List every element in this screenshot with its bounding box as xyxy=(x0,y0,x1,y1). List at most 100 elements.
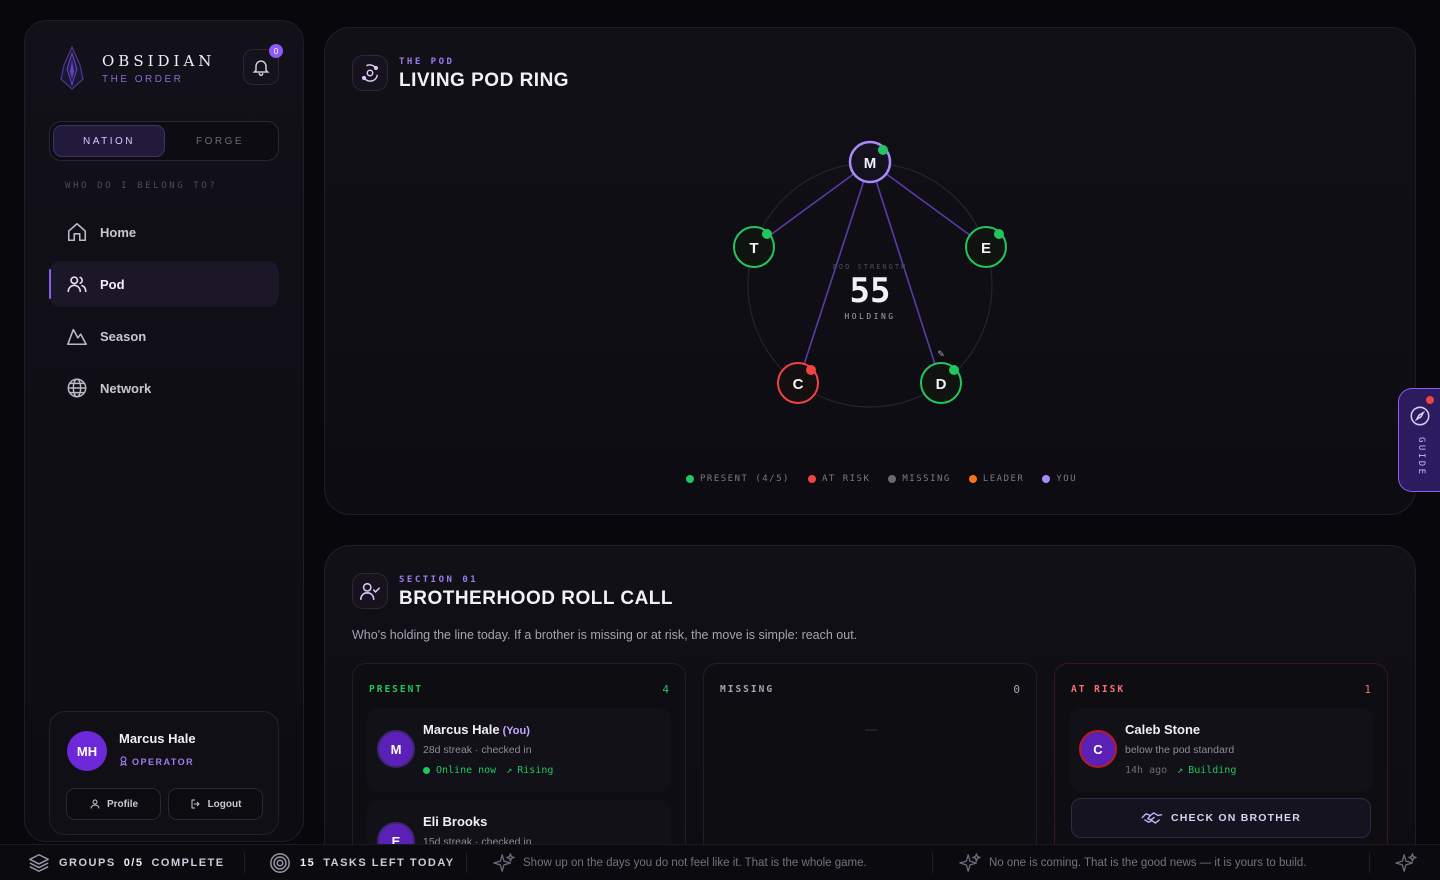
obsidian-logo-icon xyxy=(60,45,84,90)
strength-status: HOLDING xyxy=(844,312,895,321)
status-dot xyxy=(806,365,816,375)
sparkle-icon xyxy=(493,853,515,872)
member-name: Eli Brooks xyxy=(423,814,488,829)
legend-label: LEADER xyxy=(982,474,1025,484)
sidebar-nav: Home Pod Season Network xyxy=(49,209,279,417)
tab-nation[interactable]: NATION xyxy=(53,125,165,157)
handshake-icon xyxy=(1141,812,1163,824)
sidebar-section-label: WHO DO I BELONG TO? xyxy=(65,181,218,191)
ring-node-e[interactable]: E xyxy=(965,226,1007,268)
home-icon xyxy=(67,222,87,242)
sidebar: OBSIDIAN THE ORDER 0 NATION FORGE WHO DO… xyxy=(24,20,304,842)
status-dot xyxy=(762,229,772,239)
ring-node-c[interactable]: C xyxy=(777,362,819,404)
at-risk-label: AT RISK xyxy=(1071,684,1126,695)
member-avatar: M xyxy=(377,730,415,768)
member-status: 14h ago ↗ Building xyxy=(1125,765,1236,776)
nation-forge-switcher: NATION FORGE xyxy=(49,121,279,161)
pod-panel-icon-box xyxy=(352,55,388,91)
quote-1: Show up on the days you do not feel like… xyxy=(493,845,867,880)
profile-button[interactable]: Profile xyxy=(66,788,161,820)
legend-label: MISSING xyxy=(902,474,951,484)
user-check-icon xyxy=(360,582,380,601)
sidebar-item-label: Home xyxy=(100,224,137,240)
ring-legend: PRESENT (4/5) AT RISK MISSING LEADER YOU xyxy=(686,474,1095,484)
you-tag: (You) xyxy=(502,725,530,737)
sidebar-item-label: Season xyxy=(100,328,147,344)
footer-divider xyxy=(932,853,933,873)
member-name: Caleb Stone xyxy=(1125,722,1201,737)
status-dot xyxy=(994,229,1004,239)
at-risk-count: 1 xyxy=(1364,683,1371,696)
groups-prefix: GROUPS xyxy=(59,857,116,869)
guide-tab[interactable]: GUIDE xyxy=(1398,388,1440,492)
status-dot xyxy=(878,145,888,155)
strength-label: POD STRENGTH xyxy=(833,263,908,271)
roll-intro: Who's holding the line today. If a broth… xyxy=(352,628,858,642)
tasks-suffix: TASKS LEFT TODAY xyxy=(323,857,455,869)
sidebar-item-label: Network xyxy=(100,380,152,396)
ring-node-d[interactable]: D ✎ xyxy=(920,349,962,404)
roll-eyebrow: SECTION 01 xyxy=(399,575,479,585)
legend-label: PRESENT (4/5) xyxy=(700,474,790,484)
user-name: Marcus Hale xyxy=(119,731,196,746)
groups-progress: GROUPS 0/5 COMPLETE xyxy=(28,845,225,880)
ring-node-letter: T xyxy=(749,240,758,257)
groups-value: 0/5 xyxy=(123,857,144,869)
member-detail: 28d streak · checked in xyxy=(423,744,532,756)
strength-value: 55 xyxy=(850,271,891,311)
target-icon xyxy=(270,853,290,873)
pod-ring: POD STRENGTH 55 HOLDING M E D ✎ C T xyxy=(733,140,1007,408)
sidebar-item-pod[interactable]: Pod xyxy=(49,261,279,307)
brand-subtitle: THE ORDER xyxy=(102,73,184,85)
ring-node-letter: E xyxy=(981,240,991,257)
ring-node-m[interactable]: M xyxy=(848,140,892,184)
missing-column: MISSING 0 — xyxy=(703,663,1037,863)
trend-up-icon: ↗ xyxy=(506,765,513,776)
logout-icon xyxy=(191,799,200,809)
missing-label: MISSING xyxy=(720,684,775,695)
member-card[interactable]: M Marcus Hale (You) 28d streak · checked … xyxy=(367,708,671,792)
ring-node-t[interactable]: T xyxy=(733,226,775,268)
missing-empty-state: — xyxy=(865,722,877,736)
globe-icon xyxy=(67,378,87,398)
compass-icon xyxy=(1410,406,1430,426)
rank-icon xyxy=(120,756,127,767)
mountain-icon xyxy=(67,328,87,346)
tasks-left: 15 TASKS LEFT TODAY xyxy=(269,845,455,880)
sidebar-item-label: Pod xyxy=(100,276,125,292)
quote-2: No one is coming. That is the good news … xyxy=(959,845,1306,880)
profile-label: Profile xyxy=(106,798,139,810)
online-label: Online now xyxy=(436,765,497,776)
leader-pin-icon: ✎ xyxy=(937,349,945,359)
present-label: PRESENT xyxy=(369,684,424,695)
present-column: PRESENT 4 M Marcus Hale (You) 28d streak … xyxy=(352,663,686,863)
missing-count: 0 xyxy=(1013,683,1020,696)
member-card[interactable]: C Caleb Stone below the pod standard 14h… xyxy=(1069,708,1373,792)
ring-node-letter: D xyxy=(936,376,947,393)
pod-title: LIVING POD RING xyxy=(399,70,570,91)
notification-count-badge: 0 xyxy=(269,44,283,58)
sidebar-item-network[interactable]: Network xyxy=(49,365,279,411)
legend-you: YOU xyxy=(1042,474,1077,484)
footer-ticker: GROUPS 0/5 COMPLETE 15 TASKS LEFT TODAY … xyxy=(0,844,1440,880)
ring-node-letter: C xyxy=(793,376,804,393)
sparkle-icon xyxy=(1395,853,1417,872)
sparkle-icon xyxy=(959,853,981,872)
check-on-brother-button[interactable]: CHECK ON BROTHER xyxy=(1071,798,1371,838)
member-detail: below the pod standard xyxy=(1125,744,1235,756)
at-risk-column: AT RISK 1 C Caleb Stone below the pod st… xyxy=(1054,663,1388,863)
tab-forge[interactable]: FORGE xyxy=(165,125,275,157)
quote-text: Show up on the days you do not feel like… xyxy=(523,857,867,869)
trend-label: Rising xyxy=(517,765,554,776)
legend-label: YOU xyxy=(1056,474,1078,484)
brand[interactable]: OBSIDIAN THE ORDER xyxy=(55,45,215,91)
logout-button[interactable]: Logout xyxy=(168,788,263,820)
sidebar-item-home[interactable]: Home xyxy=(49,209,279,255)
notifications-button[interactable]: 0 xyxy=(243,44,283,85)
groups-suffix: COMPLETE xyxy=(151,857,225,869)
quote-3 xyxy=(1395,845,1417,880)
footer-divider xyxy=(1369,853,1370,873)
avatar[interactable]: MH xyxy=(67,731,107,771)
sidebar-item-season[interactable]: Season xyxy=(49,313,279,359)
